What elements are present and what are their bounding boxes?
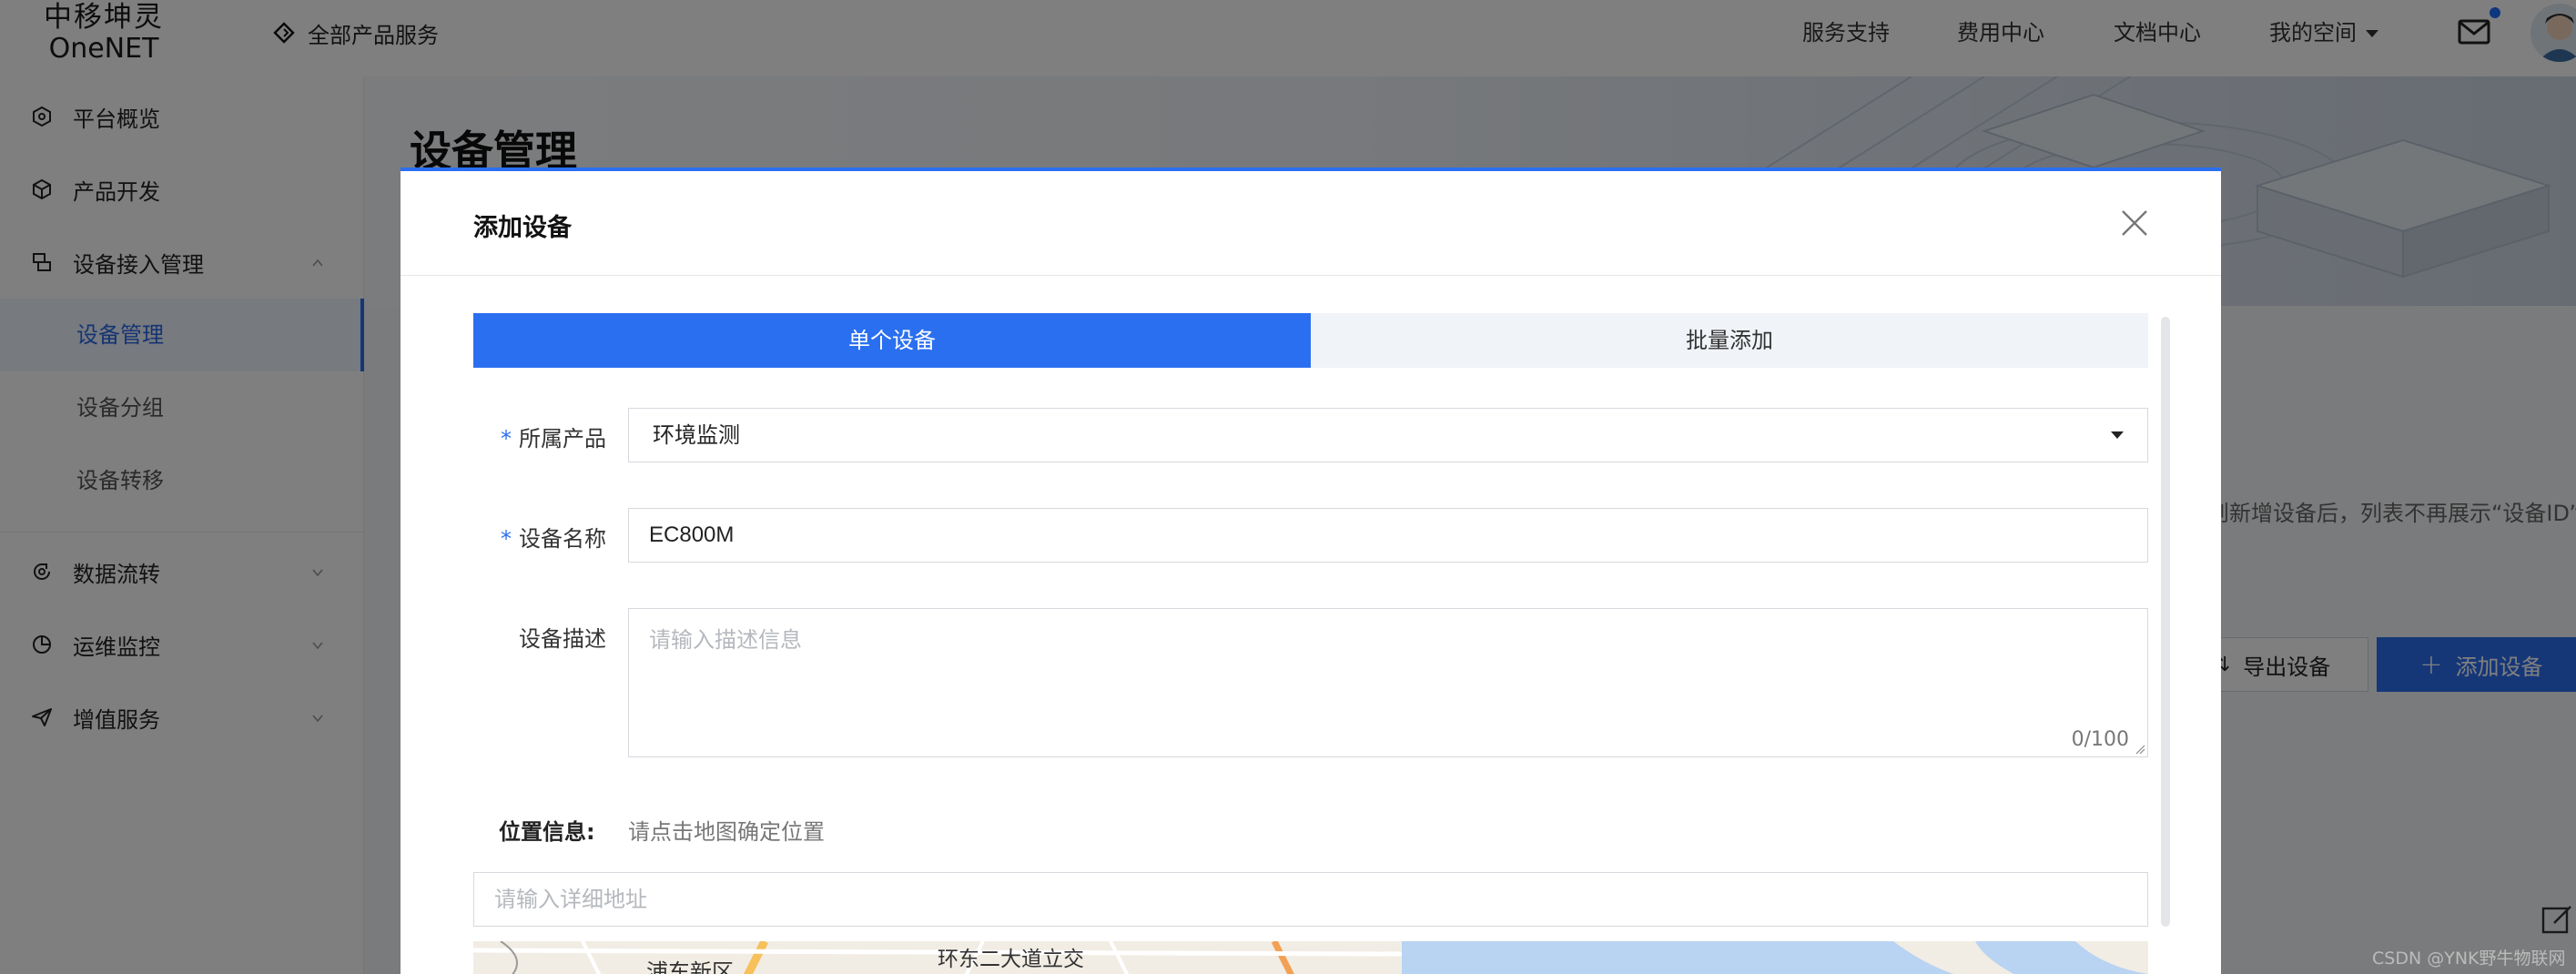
address-input[interactable]: 请输入详细地址 (473, 872, 2148, 927)
dialog-scrollbar[interactable] (2161, 317, 2170, 927)
tab-single-device[interactable]: 单个设备 (473, 313, 1311, 368)
device-name-input[interactable]: EC800M (628, 508, 2148, 563)
product-label: * 所属产品 (482, 421, 606, 452)
product-label-text: 所属产品 (519, 426, 606, 451)
caret-down-icon (2111, 431, 2124, 439)
resize-handle-icon[interactable] (2135, 744, 2145, 755)
device-desc-label: 设备描述 (519, 626, 606, 652)
map-label-district: 浦东新区 (646, 959, 734, 974)
required-mark: * (501, 426, 512, 451)
location-map[interactable]: 浦东新区 环东二大道立交 (473, 941, 2148, 974)
dialog-divider (401, 275, 2221, 276)
product-select[interactable]: 环境监测 (628, 408, 2148, 462)
add-mode-tabs: 单个设备 批量添加 (473, 313, 2148, 368)
required-mark: * (501, 526, 512, 552)
tab-batch-add[interactable]: 批量添加 (1311, 313, 2148, 368)
watermark: CSDN @YNK野牛物联网 (2372, 949, 2566, 969)
close-icon[interactable] (2119, 208, 2150, 238)
device-name-label: * 设备名称 (482, 521, 606, 553)
desc-placeholder: 请输入描述信息 (649, 627, 802, 653)
device-desc-textarea[interactable]: 请输入描述信息 0/100 (628, 608, 2148, 757)
location-hint: 请点击地图确定位置 (628, 819, 825, 845)
location-label: 位置信息: (499, 819, 595, 845)
device-name-label-text: 设备名称 (519, 526, 606, 552)
dialog-title: 添加设备 (473, 214, 572, 242)
map-label-road: 环东二大道立交 (938, 948, 1084, 971)
add-device-dialog: 添加设备 单个设备 批量添加 * 所属产品 环境监测 * 设备名称 EC800M 设… (401, 167, 2221, 974)
product-select-value: 环境监测 (653, 422, 740, 448)
char-counter: 0/100 (2071, 728, 2129, 751)
